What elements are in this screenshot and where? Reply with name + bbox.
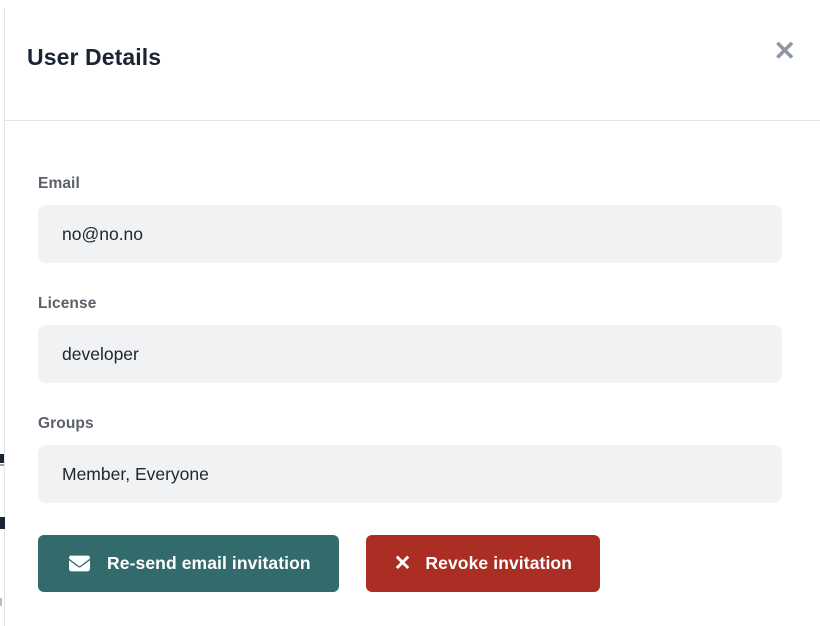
field-groups: Groups Member, Everyone bbox=[38, 415, 782, 503]
field-email: Email no@no.no bbox=[38, 175, 782, 263]
email-label: Email bbox=[38, 175, 782, 193]
license-label: License bbox=[38, 295, 782, 313]
field-license: License developer bbox=[38, 295, 782, 383]
license-value: developer bbox=[62, 344, 139, 365]
email-input[interactable]: no@no.no bbox=[38, 205, 782, 263]
groups-label: Groups bbox=[38, 415, 782, 433]
action-buttons: Re-send email invitation ✕ Revoke invita… bbox=[38, 535, 782, 592]
revoke-invitation-label: Revoke invitation bbox=[425, 553, 572, 574]
groups-input[interactable]: Member, Everyone bbox=[38, 445, 782, 503]
background-page-artifact bbox=[0, 464, 4, 466]
resend-invitation-label: Re-send email invitation bbox=[107, 553, 311, 574]
user-details-modal: User Details ✕ Email no@no.no License de… bbox=[5, 0, 820, 626]
groups-value: Member, Everyone bbox=[62, 464, 209, 485]
background-page-artifact bbox=[0, 454, 4, 463]
email-value: no@no.no bbox=[62, 224, 143, 245]
modal-body: Email no@no.no License developer Groups … bbox=[5, 121, 820, 592]
background-page-artifact bbox=[0, 598, 2, 606]
envelope-icon bbox=[66, 553, 93, 574]
revoke-invitation-button[interactable]: ✕ Revoke invitation bbox=[366, 535, 600, 592]
modal-title: User Details bbox=[27, 44, 161, 71]
modal-header: User Details ✕ bbox=[5, 0, 820, 121]
close-icon[interactable]: ✕ bbox=[773, 38, 796, 65]
license-input[interactable]: developer bbox=[38, 325, 782, 383]
resend-invitation-button[interactable]: Re-send email invitation bbox=[38, 535, 339, 592]
x-icon: ✕ bbox=[394, 553, 412, 574]
